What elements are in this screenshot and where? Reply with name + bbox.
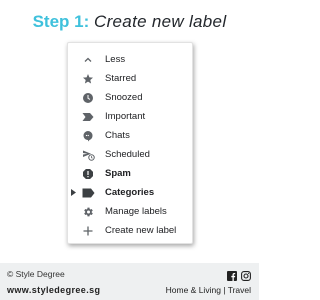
gear-icon [81,205,95,219]
menu-item-label: Scheduled [105,149,150,160]
site-categories[interactable]: Home & Living | Travel [166,285,251,295]
menu-item-scheduled[interactable]: Scheduled [68,145,192,164]
menu-item-label: Manage labels [105,206,167,217]
menu-item-label: Less [105,54,126,65]
important-icon [81,110,95,124]
menu-item-categories[interactable]: Categories [68,183,192,202]
website-link[interactable]: www.styledegree.sg [7,285,100,295]
menu-item-label: Categories [105,187,155,198]
menu-item-less[interactable]: Less [68,50,192,69]
menu-item-chats[interactable]: Chats [68,126,192,145]
menu-item-label: Chats [105,130,130,141]
caret-right-icon[interactable] [70,189,76,197]
menu-item-spam[interactable]: Spam [68,164,192,183]
step-number: Step 1: [32,12,90,31]
plus-icon [81,224,95,238]
social-icons [227,268,251,281]
spam-icon [81,167,95,181]
menu-item-starred[interactable]: Starred [68,69,192,88]
scheduled-send-icon [81,148,95,162]
facebook-icon[interactable] [227,268,237,281]
menu-item-create-new-label[interactable]: Create new label [68,221,192,240]
instagram-icon[interactable] [241,268,251,281]
clock-icon [81,91,95,105]
menu-item-label: Spam [105,168,131,179]
label-menu: Less Starred Snoozed Important Chats Sch… [67,42,193,244]
menu-item-snoozed[interactable]: Snoozed [68,88,192,107]
label-icon [81,186,95,200]
chevron-up-icon [81,53,95,67]
chat-icon [81,129,95,143]
menu-item-label: Starred [105,73,137,84]
menu-item-manage-labels[interactable]: Manage labels [68,202,192,221]
copyright-text: © Style Degree [7,269,65,279]
step-label: Create new label [94,12,227,31]
page-title: Step 1: Create new label [0,12,259,32]
footer: © Style Degree www.styledegree.sg Home &… [0,263,259,300]
star-icon [81,72,95,86]
menu-item-label: Create new label [105,225,177,236]
menu-item-important[interactable]: Important [68,107,192,126]
menu-item-label: Snoozed [105,92,143,103]
menu-item-label: Important [105,111,146,122]
